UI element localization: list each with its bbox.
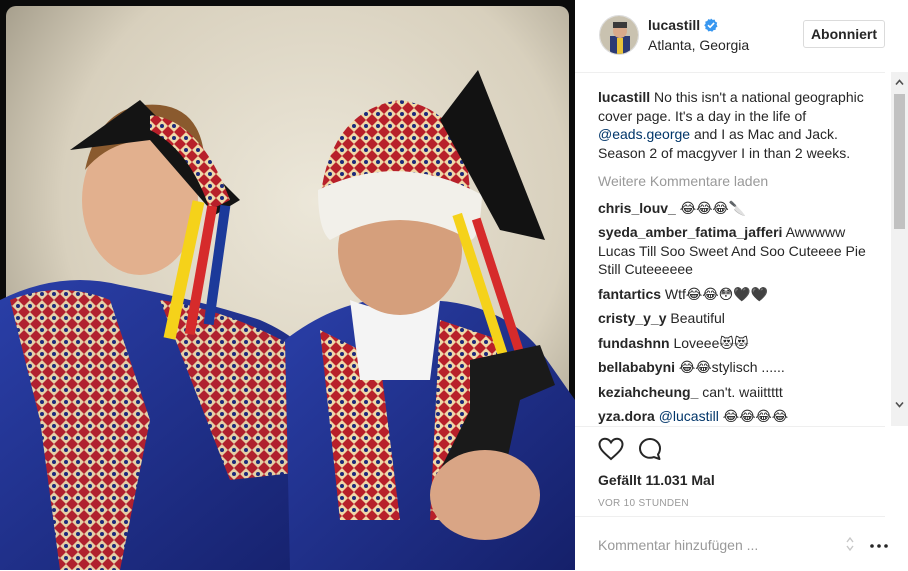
- comment-text: Wtf😂😂😳🖤🖤: [664, 285, 769, 302]
- verified-badge-icon: [704, 18, 718, 32]
- add-comment-bar: [575, 516, 888, 571]
- scrollbar-thumb[interactable]: [894, 94, 905, 229]
- likes-count[interactable]: Gefällt 11.031 Mal: [598, 472, 715, 488]
- comment-mention[interactable]: @lucastill: [659, 408, 719, 424]
- comment-item: chris_louv_ 😂😂😂🔪: [598, 199, 880, 218]
- resize-arrows-icon: [846, 536, 854, 552]
- more-options-icon[interactable]: [870, 544, 888, 548]
- comment-item: yza.dora @lucastill 😂😂😂😂: [598, 407, 880, 424]
- comment-text: Loveee😻😻: [673, 334, 749, 351]
- comment-item: syeda_amber_fatima_jafferi Awwwww Lucas …: [598, 223, 880, 279]
- comment-text: 😂😂stylisch ......: [678, 359, 785, 375]
- avatar-image: [600, 16, 638, 54]
- comment-username[interactable]: chris_louv_: [598, 200, 676, 216]
- comment-text: 😂😂😂😂: [718, 408, 789, 424]
- comments-scrollbar[interactable]: [891, 72, 908, 426]
- scroll-up-arrow-icon[interactable]: [895, 78, 904, 87]
- comment-item: fantartics Wtf😂😂😳🖤🖤: [598, 285, 880, 304]
- comment-item: cristy_y_y Beautiful: [598, 309, 880, 328]
- avatar[interactable]: [599, 15, 639, 55]
- load-more-comments-link[interactable]: Weitere Kommentare laden: [598, 172, 880, 191]
- comment-username[interactable]: fundashnn: [598, 335, 670, 351]
- scroll-down-arrow-icon[interactable]: [895, 400, 904, 409]
- post-header: lucastill Atlanta, Georgia Abonniert: [575, 0, 885, 73]
- comment-text: 😂😂😂🔪: [679, 199, 747, 216]
- add-comment-input[interactable]: [598, 537, 838, 553]
- post-side-panel: lucastill Atlanta, Georgia Abonniert luc…: [575, 0, 908, 570]
- photo-illustration: [0, 6, 575, 570]
- comment-username[interactable]: cristy_y_y: [598, 310, 667, 326]
- post-location[interactable]: Atlanta, Georgia: [648, 37, 749, 53]
- post-username-text[interactable]: lucastill: [648, 17, 700, 33]
- comment-username[interactable]: yza.dora: [598, 408, 655, 424]
- comment-item: bellababyni 😂😂stylisch ......: [598, 358, 880, 377]
- caption-mention[interactable]: @eads.george: [598, 126, 690, 142]
- heart-icon[interactable]: [598, 437, 624, 461]
- post-timestamp[interactable]: VOR 10 STUNDEN: [598, 498, 689, 509]
- comment-username[interactable]: fantartics: [598, 286, 661, 302]
- post-actions: Gefällt 11.031 Mal VOR 10 STUNDEN: [575, 426, 885, 517]
- caption: lucastill No this isn't a national geogr…: [598, 88, 880, 162]
- post-photo[interactable]: [0, 0, 575, 570]
- comments-list[interactable]: lucastill No this isn't a national geogr…: [598, 88, 880, 424]
- follow-button[interactable]: Abonniert: [803, 20, 885, 48]
- comment-username[interactable]: keziahcheung_: [598, 384, 698, 400]
- comment-username[interactable]: bellababyni: [598, 359, 675, 375]
- post-username[interactable]: lucastill: [648, 17, 718, 33]
- post-dialog: lucastill Atlanta, Georgia Abonniert luc…: [0, 0, 908, 570]
- comment-bubble-icon[interactable]: [638, 437, 662, 461]
- comment-item: keziahcheung_ can't. waiittttt: [598, 383, 880, 402]
- comment-username[interactable]: syeda_amber_fatima_jafferi: [598, 224, 782, 240]
- caption-username[interactable]: lucastill: [598, 89, 650, 105]
- comment-item: fundashnn Loveee😻😻: [598, 334, 880, 353]
- comment-text: can't. waiittttt: [702, 383, 783, 400]
- comment-text: Beautiful: [670, 310, 725, 326]
